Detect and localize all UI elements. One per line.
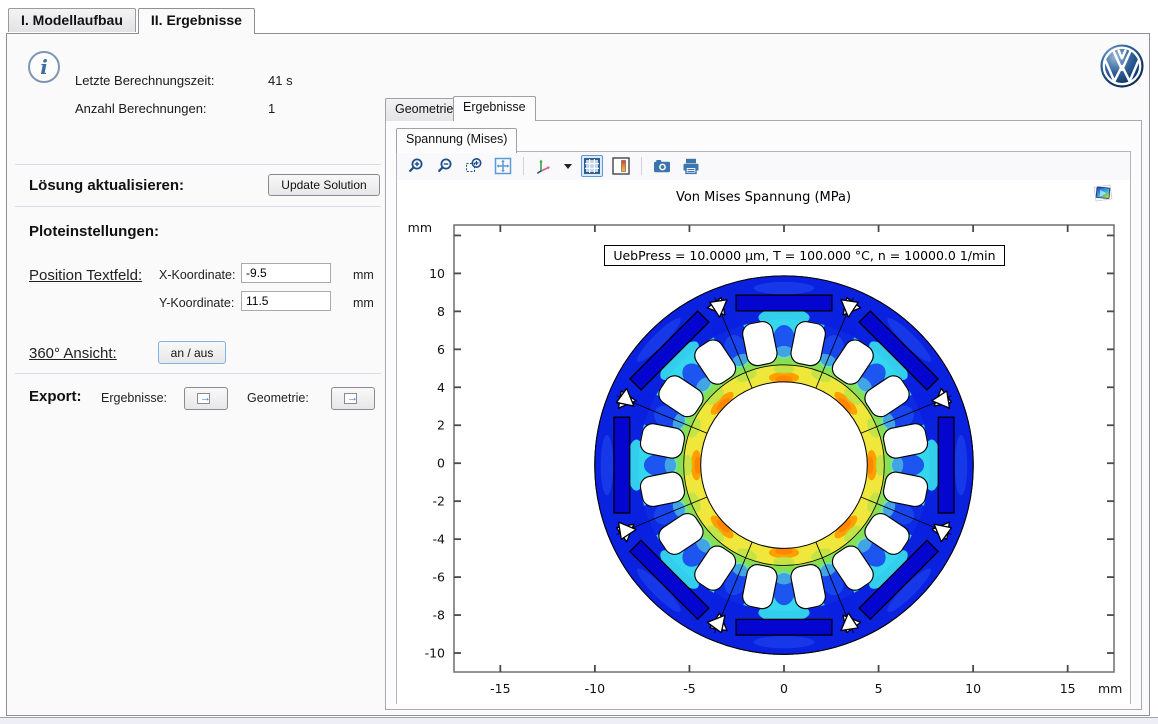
x-coordinate-input[interactable] [241,263,331,283]
plot-canvas[interactable]: Von Mises Spannung (MPa) -15 -10 -5 0 5 10 15 -… [397,180,1130,704]
tab-geometrie[interactable]: Geometrie [385,98,463,121]
separator [15,373,381,374]
svg-text:4: 4 [437,380,445,395]
svg-text:-8: -8 [433,608,446,623]
position-textfield-link[interactable]: Position Textfeld: [29,267,142,284]
plot-title: Von Mises Spannung (MPa) [397,190,1130,205]
svg-text:-10: -10 [425,646,445,661]
svg-text:5: 5 [875,681,883,696]
view-360-toggle-button[interactable]: an / aus [158,341,226,364]
color-legend-icon[interactable] [610,155,632,177]
toolbar-separator [523,157,524,175]
plot-annotation: UebPress = 10.0000 μm, T = 100.000 °C, n… [604,245,1004,266]
x-coordinate-label: X-Koordinate: [159,268,235,282]
svg-text:15: 15 [1060,681,1076,696]
main-content: i Letzte Berechnungszeit: 41 s Anzahl Be… [6,33,1150,716]
y-coordinate-input[interactable] [241,291,331,311]
svg-text:-4: -4 [433,532,446,547]
view-360-link[interactable]: 360° Ansicht: [29,345,117,362]
export-icon: → [344,393,362,405]
graphics-toolbar [397,152,1130,180]
separator [15,164,381,165]
separator [15,206,381,207]
svg-text:10: 10 [429,266,445,281]
zoom-box-icon[interactable] [463,155,485,177]
axis-orientation-icon[interactable] [533,155,555,177]
plot-group-icon[interactable] [1092,182,1114,204]
toolbar-separator [641,157,642,175]
calc-count-value: 1 [268,101,275,116]
svg-text:2: 2 [437,418,445,433]
update-solution-button[interactable]: Update Solution [268,174,380,196]
export-results-button[interactable]: → [184,387,228,410]
tab-modellaufbau[interactable]: I. Modellaufbau [8,8,136,32]
plot-settings-heading: Ploteinstellungen: [29,223,159,240]
print-icon[interactable] [680,155,702,177]
tab-spannung-mises[interactable]: Spannung (Mises) [396,128,517,153]
export-icon: → [197,393,215,405]
vw-logo [1099,43,1145,89]
update-solution-heading: Lösung aktualisieren: [29,177,184,194]
grid-icon[interactable] [581,155,603,177]
svg-text:10: 10 [965,681,981,696]
svg-text:6: 6 [437,342,445,357]
svg-text:-5: -5 [683,681,695,696]
svg-text:0: 0 [780,681,788,696]
tab-graphics-ergebnisse[interactable]: Ergebnisse [453,96,536,121]
zoom-in-icon[interactable] [405,155,427,177]
last-calc-time-label: Letzte Berechnungszeit: [75,73,214,88]
dropdown-caret-icon[interactable] [562,155,574,177]
svg-text:mm: mm [408,220,432,235]
svg-text:mm: mm [1098,681,1122,696]
y-coordinate-label: Y-Koordinate: [159,296,234,310]
svg-text:8: 8 [437,304,445,319]
export-heading: Export: [29,388,82,405]
camera-icon[interactable] [651,155,673,177]
window-bottom-edge [0,717,1158,724]
y-unit-label: mm [353,296,374,310]
tab-ergebnisse[interactable]: II. Ergebnisse [138,8,255,34]
export-results-label: Ergebnisse: [101,391,167,405]
svg-text:-6: -6 [433,570,446,585]
svg-text:-15: -15 [490,681,510,696]
export-geometry-button[interactable]: → [331,387,375,410]
calc-count-label: Anzahl Berechnungen: [75,101,207,116]
svg-text:-2: -2 [433,494,445,509]
svg-text:0: 0 [437,456,445,471]
svg-text:-10: -10 [585,681,605,696]
x-unit-label: mm [353,268,374,282]
zoom-out-icon[interactable] [434,155,456,177]
plot-panel: Von Mises Spannung (MPa) -15 -10 -5 0 5 10 15 -… [396,151,1131,704]
window-tab-bar: I. Modellaufbau II. Ergebnisse [8,8,257,34]
info-icon: i [28,51,60,83]
last-calc-time-value: 41 s [268,73,293,88]
zoom-extents-icon[interactable] [492,155,514,177]
export-geometry-label: Geometrie: [247,391,309,405]
graphics-panel: Spannung (Mises) [385,120,1142,710]
